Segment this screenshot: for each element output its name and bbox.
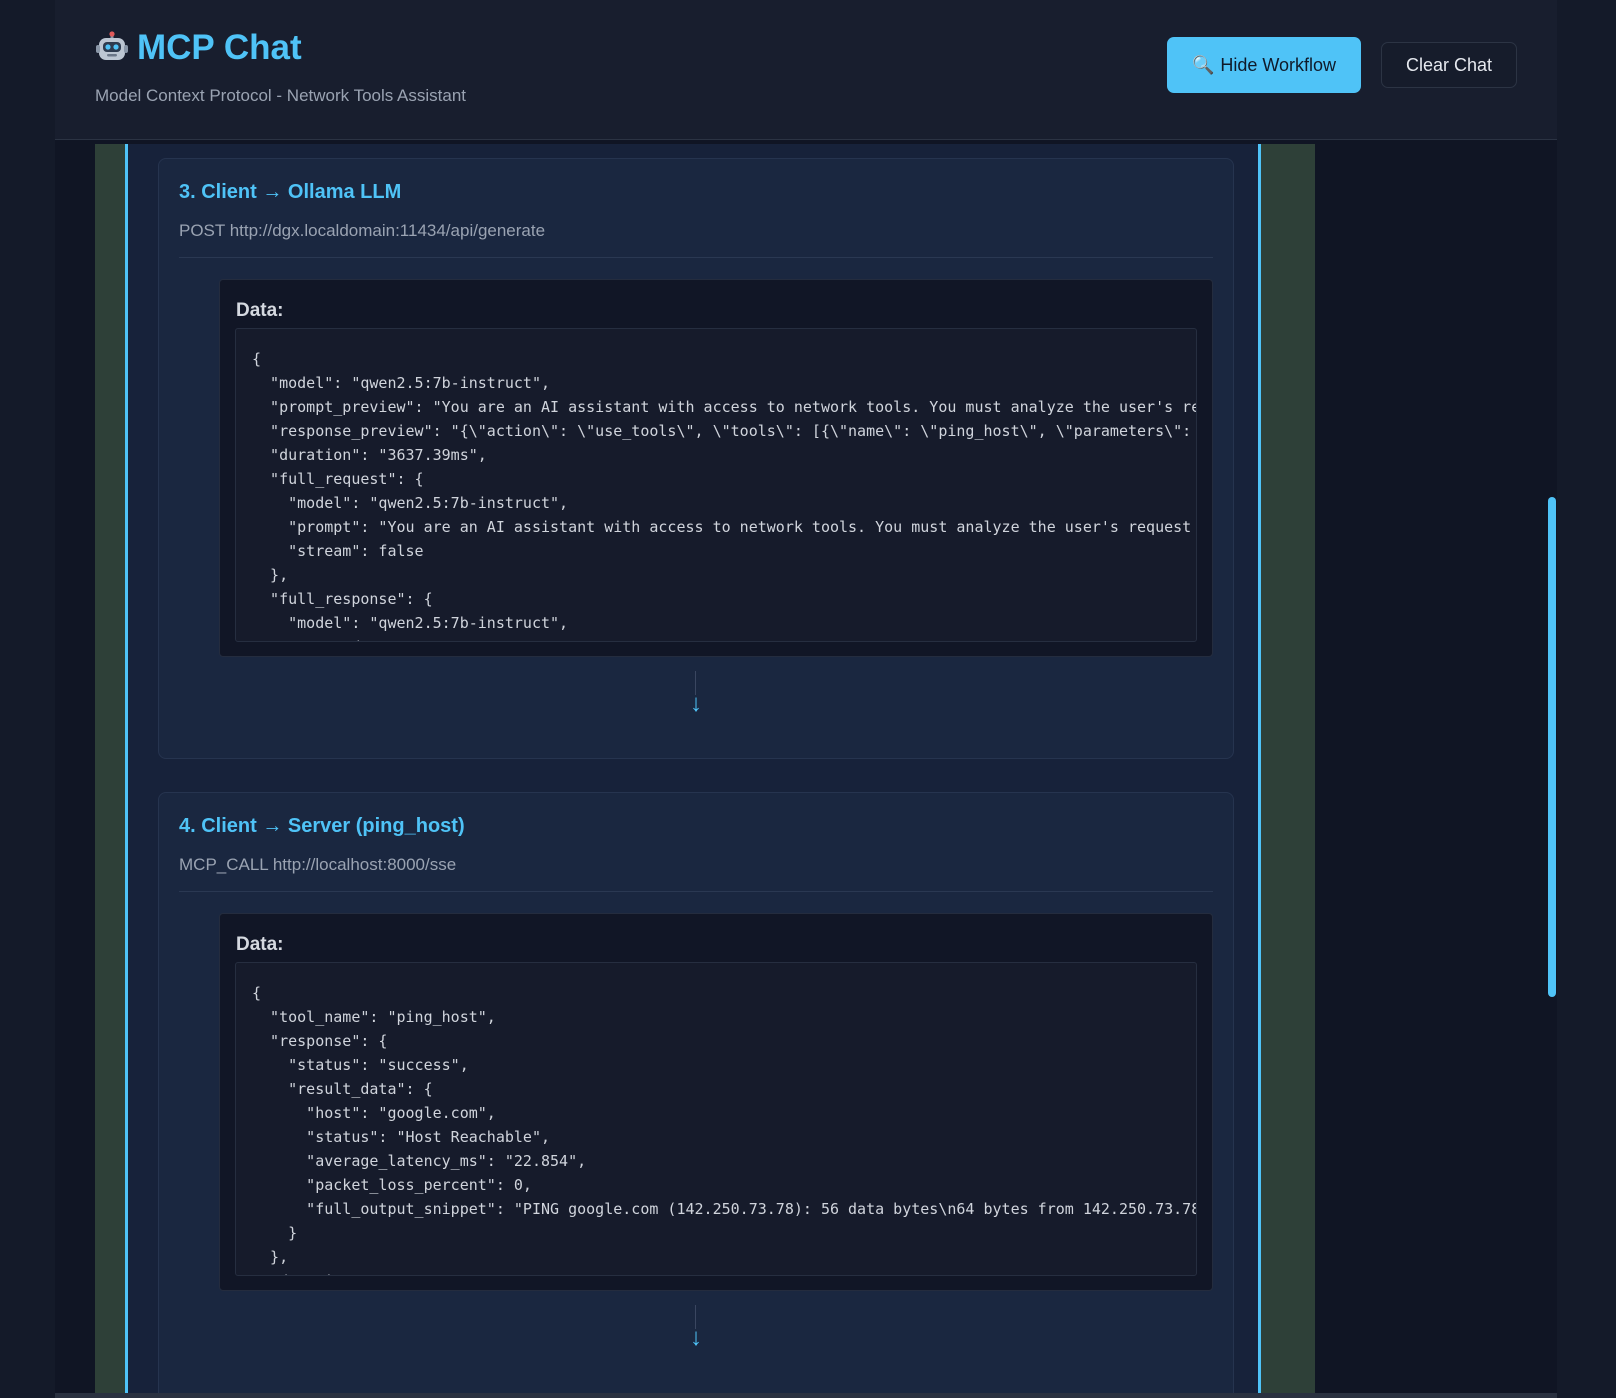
app-title: MCP Chat [137,28,302,67]
app-header: MCP Chat Model Context Protocol - Networ… [55,0,1557,140]
workflow-step-card: 4. Client → Server (ping_host) MCP_CALL … [158,792,1234,1393]
hide-workflow-label: Hide Workflow [1220,54,1337,75]
data-label: Data: [236,300,284,321]
json-content: { "model": "qwen2.5:7b-instruct", "promp… [252,350,1196,641]
arrow-down-icon: ↓ [690,1324,702,1351]
data-label: Data: [236,934,284,955]
step-data-box: Data: { "tool_name": "ping_host", "respo… [219,913,1213,1291]
step-divider [179,891,1213,892]
app-subtitle: Model Context Protocol - Network Tools A… [95,86,467,105]
arrow-down-icon: ↓ [690,690,702,717]
step-endpoint: MCP_CALL http://localhost:8000/sse [179,855,457,874]
step-title: 4. Client → Server (ping_host) [179,815,465,837]
workflow-step-card: 3. Client → Ollama LLM POST http://dgx.l… [158,158,1234,759]
workflow-panel[interactable]: 3. Client → Ollama LLM POST http://dgx.l… [95,144,1315,1393]
window-bottom-edge [55,1393,1557,1398]
step-data-box: Data: { "model": "qwen2.5:7b-instruct", … [219,279,1213,657]
step-title: 3. Client → Ollama LLM [179,181,402,203]
robot-icon [96,31,128,60]
hide-workflow-button[interactable]: 🔍 Hide Workflow [1167,37,1361,93]
json-code-block[interactable]: { "tool_name": "ping_host", "response": … [235,962,1197,1276]
clear-chat-button[interactable]: Clear Chat [1381,42,1517,88]
json-code-block[interactable]: { "model": "qwen2.5:7b-instruct", "promp… [235,328,1197,642]
magnifier-icon: 🔍 [1191,54,1215,75]
step-divider [179,257,1213,258]
scrollbar-thumb[interactable] [1548,497,1556,997]
title-row: MCP Chat [95,26,302,70]
json-content: { "tool_name": "ping_host", "response": … [252,984,1197,1275]
step-endpoint: POST http://dgx.localdomain:11434/api/ge… [179,221,546,240]
app-window: MCP Chat Model Context Protocol - Networ… [55,0,1557,1393]
workflow-steps-list: 3. Client → Ollama LLM POST http://dgx.l… [125,144,1261,1393]
